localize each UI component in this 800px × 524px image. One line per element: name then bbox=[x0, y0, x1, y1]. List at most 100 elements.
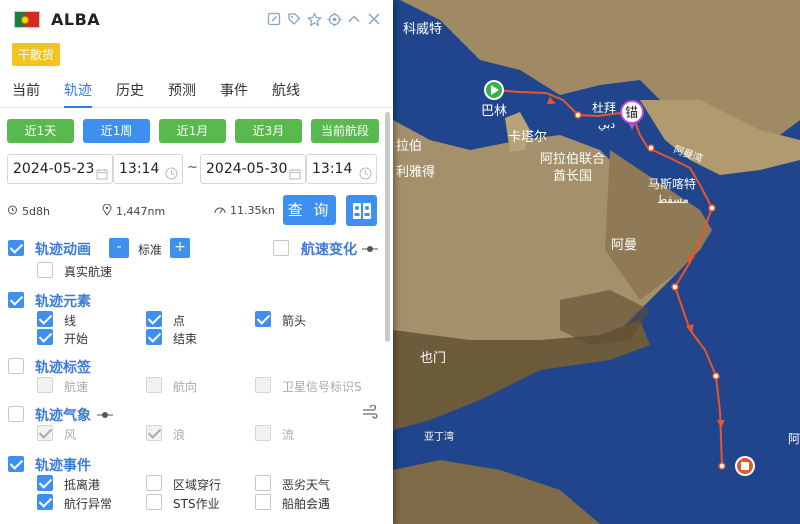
label-gulf-of-aden: 亚丁湾 bbox=[424, 430, 454, 443]
distance-stat: 1,447nm bbox=[102, 203, 166, 219]
range-current-leg-button[interactable]: 当前航段 bbox=[311, 119, 379, 143]
track-point[interactable] bbox=[574, 111, 582, 119]
event-encounter-checkbox[interactable] bbox=[255, 494, 271, 510]
tab-route[interactable]: 航线 bbox=[260, 76, 312, 107]
range-3-months-button[interactable]: 近3月 bbox=[235, 119, 302, 143]
element-point-label: 点 bbox=[173, 314, 186, 328]
tab-current[interactable]: 当前 bbox=[0, 76, 52, 107]
label-course-label: 航向 bbox=[173, 380, 198, 394]
start-time-field[interactable]: 13:14 bbox=[113, 154, 183, 184]
range-1-day-button[interactable]: 近1天 bbox=[7, 119, 74, 143]
tab-track[interactable]: 轨迹 bbox=[52, 76, 104, 108]
range-1-week-button[interactable]: 近1周 bbox=[83, 119, 150, 143]
label-uae-1: 阿拉伯联合 bbox=[540, 152, 605, 167]
animation-speed-label: 标准 bbox=[138, 243, 163, 257]
label-dubai-ar: دبي bbox=[598, 118, 615, 131]
label-satellite-checkbox[interactable] bbox=[255, 377, 271, 393]
event-port-checkbox[interactable] bbox=[37, 475, 53, 491]
label-right-edge: 阿 bbox=[788, 432, 800, 446]
event-sts-checkbox[interactable] bbox=[146, 494, 162, 510]
label-yemen: 也门 bbox=[420, 351, 446, 366]
tag-icon[interactable] bbox=[284, 9, 304, 29]
track-end-marker[interactable] bbox=[735, 456, 755, 476]
element-start-checkbox[interactable] bbox=[37, 329, 53, 345]
speed-decrease-button[interactable]: - bbox=[109, 238, 129, 258]
location-pin-icon bbox=[102, 203, 112, 219]
event-area-checkbox[interactable] bbox=[146, 475, 162, 491]
speed-increase-button[interactable]: + bbox=[170, 238, 190, 258]
track-start-marker[interactable] bbox=[484, 80, 504, 100]
event-port-label: 抵离港 bbox=[64, 478, 101, 492]
event-weather-label: 恶劣天气 bbox=[282, 478, 331, 492]
calendar-icon bbox=[96, 162, 108, 190]
weather-wave-checkbox[interactable] bbox=[146, 425, 162, 441]
label-bahrain: 巴林 bbox=[481, 104, 507, 119]
element-line-checkbox[interactable] bbox=[37, 311, 53, 327]
weather-wave-label: 浪 bbox=[173, 428, 186, 442]
panel-scrollbar[interactable] bbox=[385, 112, 390, 342]
weather-legend-icon[interactable] bbox=[97, 409, 113, 419]
real-speed-label: 真实航速 bbox=[64, 265, 113, 279]
label-speed-checkbox[interactable] bbox=[37, 377, 53, 393]
event-encounter-label: 船舶会遇 bbox=[282, 497, 331, 511]
collapse-icon[interactable] bbox=[344, 9, 364, 29]
tab-forecast[interactable]: 预测 bbox=[156, 76, 208, 107]
event-abnormal-label: 航行异常 bbox=[64, 497, 113, 511]
element-point-checkbox[interactable] bbox=[146, 311, 162, 327]
tab-history[interactable]: 历史 bbox=[104, 76, 156, 107]
range-1-month-button[interactable]: 近1月 bbox=[159, 119, 226, 143]
target-icon[interactable] bbox=[324, 9, 344, 29]
elements-checkbox[interactable] bbox=[8, 292, 24, 308]
end-time-field[interactable]: 13:14 bbox=[306, 154, 377, 184]
elements-title: 轨迹元素 bbox=[35, 294, 91, 310]
map-mode-icon[interactable] bbox=[346, 195, 377, 226]
element-line-label: 线 bbox=[64, 314, 77, 328]
track-point[interactable] bbox=[712, 372, 720, 380]
element-end-label: 结束 bbox=[173, 332, 198, 346]
track-point[interactable] bbox=[718, 462, 726, 470]
clock-icon bbox=[165, 162, 178, 190]
duration-stat: 5d8h bbox=[7, 204, 50, 218]
end-date-field[interactable]: 2024-05-30 bbox=[200, 154, 306, 184]
label-uae-2: 酋长国 bbox=[553, 168, 592, 184]
weather-title: 轨迹气象 bbox=[35, 408, 91, 424]
duration-value: 5d8h bbox=[22, 204, 50, 218]
element-end-checkbox[interactable] bbox=[146, 329, 162, 345]
speed-value: 11.35kn bbox=[230, 204, 275, 217]
tab-events[interactable]: 事件 bbox=[208, 76, 260, 107]
star-icon[interactable] bbox=[304, 9, 324, 29]
track-point[interactable] bbox=[647, 144, 655, 152]
end-time-value: 13:14 bbox=[312, 161, 353, 177]
label-oman: 阿曼 bbox=[611, 238, 637, 253]
label-saudi-partial: 拉伯 bbox=[396, 139, 422, 154]
legend-dot-icon[interactable] bbox=[362, 243, 378, 253]
close-icon[interactable] bbox=[364, 9, 384, 29]
weather-checkbox[interactable] bbox=[8, 406, 24, 422]
portugal-flag-icon bbox=[14, 11, 40, 28]
events-checkbox[interactable] bbox=[8, 456, 24, 472]
element-arrow-checkbox[interactable] bbox=[255, 311, 271, 327]
labels-title: 轨迹标签 bbox=[35, 360, 91, 376]
query-button[interactable]: 查 询 bbox=[283, 195, 336, 225]
event-abnormal-checkbox[interactable] bbox=[37, 494, 53, 510]
weather-wind-label: 风 bbox=[64, 428, 77, 442]
weather-wind-checkbox[interactable] bbox=[37, 425, 53, 441]
animation-checkbox[interactable] bbox=[8, 240, 24, 256]
labels-checkbox[interactable] bbox=[8, 358, 24, 374]
wind-icon[interactable] bbox=[362, 404, 379, 419]
event-weather-checkbox[interactable] bbox=[255, 475, 271, 491]
track-point[interactable] bbox=[671, 283, 679, 291]
end-date-value: 2024-05-30 bbox=[206, 161, 288, 177]
real-speed-checkbox[interactable] bbox=[37, 262, 53, 278]
speed-change-checkbox[interactable] bbox=[273, 240, 289, 256]
label-course-checkbox[interactable] bbox=[146, 377, 162, 393]
distance-value: 1,447nm bbox=[116, 205, 166, 218]
start-date-value: 2024-05-23 bbox=[13, 161, 95, 177]
track-point[interactable] bbox=[708, 204, 716, 212]
weather-current-checkbox[interactable] bbox=[255, 425, 271, 441]
start-date-field[interactable]: 2024-05-23 bbox=[7, 154, 113, 184]
date-range-picker: 2024-05-23 13:14 ~ 2024-05-30 13:14 bbox=[7, 154, 377, 184]
edit-icon[interactable] bbox=[264, 9, 284, 29]
header-toolbar bbox=[264, 9, 384, 29]
speed-change-title: 航速变化 bbox=[301, 242, 357, 258]
